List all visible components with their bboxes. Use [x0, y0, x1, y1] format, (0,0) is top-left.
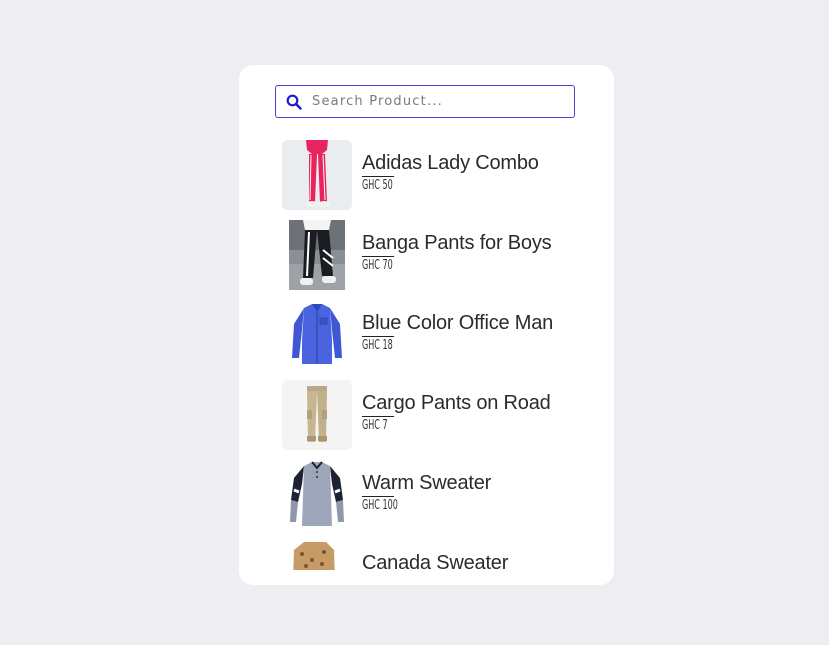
product-price: GHC 100: [362, 498, 398, 513]
product-name-underline: [362, 416, 394, 417]
product-name[interactable]: Cargo Pants on Road: [362, 392, 551, 415]
product-price: GHC 70: [362, 258, 393, 273]
search-icon[interactable]: [286, 94, 302, 110]
product-item[interactable]: Adidas Lady Combo GHC 50: [282, 140, 582, 212]
product-price: GHC 50: [362, 178, 393, 193]
product-name-underline: [362, 336, 394, 337]
product-list[interactable]: Adidas Lady Combo GHC 50 Banga Pants for…: [282, 140, 582, 570]
product-item[interactable]: Warm Sweater GHC 100: [282, 460, 582, 532]
product-search-card: Adidas Lady Combo GHC 50: [239, 65, 614, 585]
product-image: [282, 140, 352, 210]
product-price: GHC 18: [362, 338, 393, 353]
product-image: [282, 380, 352, 450]
product-item[interactable]: Banga Pants for Boys GHC 70: [282, 220, 582, 292]
product-name[interactable]: Adidas Lady Combo: [362, 152, 539, 175]
product-image: [282, 300, 352, 370]
product-name-underline: [362, 256, 394, 257]
product-item[interactable]: Blue Color Office Man GHC 18: [282, 300, 582, 372]
product-item[interactable]: Canada Sweater: [282, 540, 582, 570]
product-name-underline: [362, 176, 394, 177]
product-name[interactable]: Banga Pants for Boys: [362, 232, 552, 255]
product-image: [289, 220, 345, 290]
product-name[interactable]: Blue Color Office Man: [362, 312, 553, 335]
product-image: [282, 460, 352, 530]
product-item[interactable]: Cargo Pants on Road GHC 7: [282, 380, 582, 452]
product-name[interactable]: Canada Sweater: [362, 552, 508, 570]
product-image: [282, 540, 352, 570]
product-price: GHC 7: [362, 418, 388, 433]
product-name[interactable]: Warm Sweater: [362, 472, 491, 495]
product-name-underline: [362, 496, 394, 497]
search-input[interactable]: [312, 86, 567, 117]
search-box[interactable]: [275, 85, 575, 118]
